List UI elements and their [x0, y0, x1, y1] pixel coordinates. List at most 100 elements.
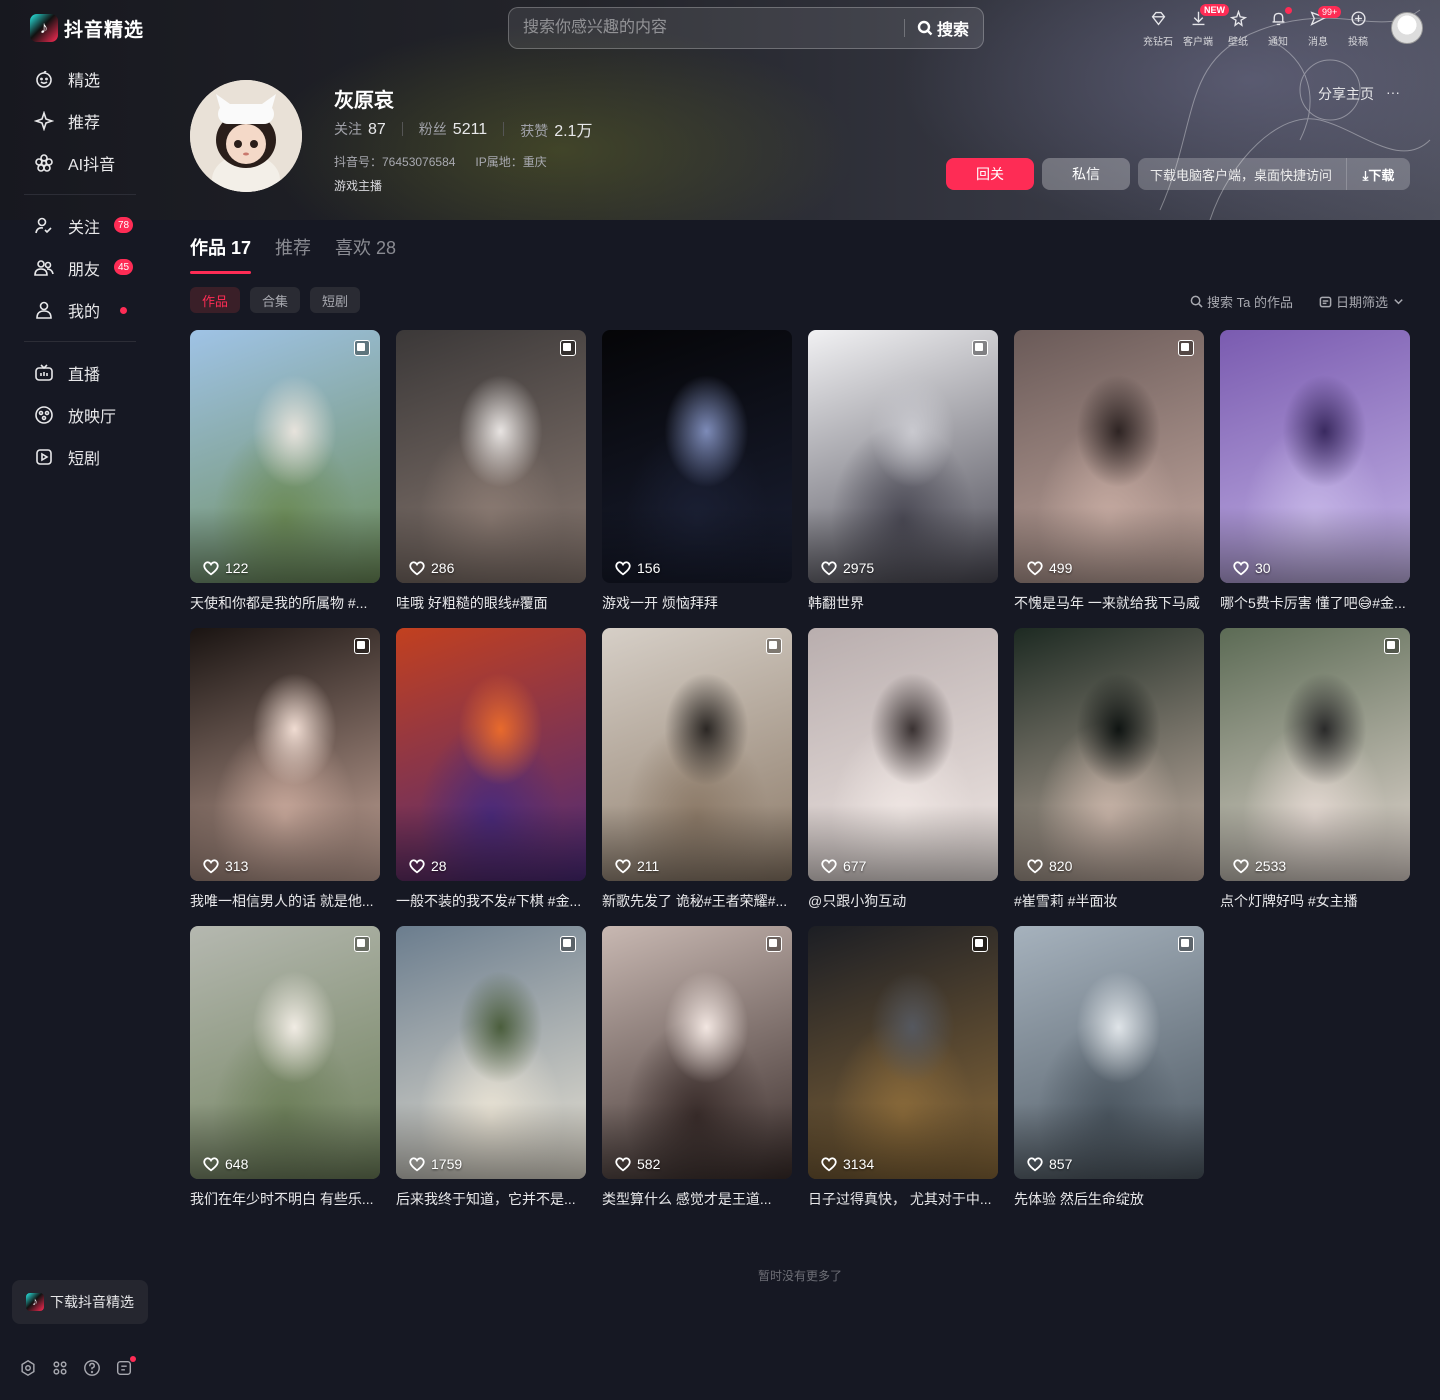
- download-app-button[interactable]: ♪ 下载抖音精选: [12, 1280, 148, 1324]
- date-filter-button[interactable]: 日期筛选: [1319, 292, 1405, 311]
- video-caption[interactable]: 哪个5费卡厉害 懂了吧😅#金...: [1220, 593, 1410, 613]
- sidebar-item-friends[interactable]: 朋友 45: [24, 247, 136, 289]
- feedback-icon[interactable]: [114, 1356, 136, 1378]
- settings-icon[interactable]: [18, 1358, 38, 1378]
- video-thumbnail[interactable]: 30: [1220, 330, 1410, 583]
- video-caption[interactable]: 后来我终于知道，它并不是...: [396, 1189, 586, 1209]
- video-card[interactable]: 582 类型算什么 感觉才是王道...: [602, 926, 792, 1224]
- thumbnail-shade: [190, 330, 380, 583]
- video-card[interactable]: 30 哪个5费卡厉害 懂了吧😅#金...: [1220, 330, 1410, 628]
- video-thumbnail[interactable]: 2975: [808, 330, 998, 583]
- desktop-client-banner[interactable]: 下载电脑客户端，桌面快捷访问 ⤓下载: [1138, 158, 1410, 190]
- video-card[interactable]: 286 哇哦 好粗糙的眼线#覆面: [396, 330, 586, 628]
- video-thumbnail[interactable]: 3134: [808, 926, 998, 1179]
- video-card[interactable]: 648 我们在年少时不明白 有些乐...: [190, 926, 380, 1224]
- video-thumbnail[interactable]: 122: [190, 330, 380, 583]
- following-stat[interactable]: 关注 87: [334, 119, 386, 139]
- sidebar-item-recommend[interactable]: 推荐: [24, 100, 136, 142]
- video-thumbnail[interactable]: 156: [602, 330, 792, 583]
- ai-flower-icon: [34, 153, 54, 173]
- video-caption[interactable]: 游戏一开 烦恼拜拜: [602, 593, 792, 613]
- video-thumbnail[interactable]: 820: [1014, 628, 1204, 881]
- video-caption[interactable]: 我唯一相信男人的话 就是他...: [190, 891, 380, 911]
- tab-recommend[interactable]: 推荐: [275, 234, 311, 274]
- multi-image-icon: [1384, 638, 1400, 654]
- sidebar-item-cinema[interactable]: 放映厅: [24, 394, 136, 436]
- video-card[interactable]: 857 先体验 然后生命绽放: [1014, 926, 1204, 1224]
- sidebar-item-featured[interactable]: 精选: [24, 58, 136, 100]
- video-thumbnail[interactable]: 857: [1014, 926, 1204, 1179]
- followers-label: 粉丝: [418, 121, 447, 137]
- recharge-button[interactable]: 充钻石: [1138, 8, 1178, 48]
- video-thumbnail[interactable]: 1759: [396, 926, 586, 1179]
- video-card[interactable]: 122 天使和你都是我的所属物 #...: [190, 330, 380, 628]
- video-caption[interactable]: 日子过得真快， 尤其对于中...: [808, 1189, 998, 1209]
- help-icon[interactable]: [82, 1358, 102, 1378]
- followers-stat[interactable]: 粉丝 5211: [419, 119, 487, 139]
- subtab-works[interactable]: 作品: [190, 287, 241, 313]
- sidebar-item-ai-douyin[interactable]: AI抖音: [24, 142, 136, 184]
- video-card[interactable]: 1759 后来我终于知道，它并不是...: [396, 926, 586, 1224]
- video-thumbnail[interactable]: 582: [602, 926, 792, 1179]
- video-caption[interactable]: #崔雪莉 #半面妆: [1014, 891, 1204, 911]
- video-thumbnail[interactable]: 28: [396, 628, 586, 881]
- sidebar-item-short-drama[interactable]: 短剧: [24, 436, 136, 478]
- video-caption[interactable]: 先体验 然后生命绽放: [1014, 1189, 1204, 1209]
- tab-works[interactable]: 作品 17: [190, 234, 252, 274]
- video-card[interactable]: 677 @只跟小狗互动: [808, 628, 998, 926]
- likes-count: 2.1万: [554, 123, 593, 140]
- search-button[interactable]: 搜索: [905, 16, 983, 40]
- video-card[interactable]: 2975 韩翻世界: [808, 330, 998, 628]
- more-options-icon[interactable]: ···: [1386, 84, 1400, 104]
- video-card[interactable]: 28 一般不装的我不发#下棋 #金...: [396, 628, 586, 926]
- search-input[interactable]: [509, 8, 904, 48]
- video-card[interactable]: 156 游戏一开 烦恼拜拜: [602, 330, 792, 628]
- upload-button[interactable]: 投稿: [1338, 8, 1378, 48]
- share-profile-button[interactable]: 分享主页: [1318, 84, 1374, 104]
- video-thumbnail[interactable]: 499: [1014, 330, 1204, 583]
- video-like-count: 1759: [431, 1156, 463, 1172]
- video-card[interactable]: 499 不愧是马年 一来就给我下马威: [1014, 330, 1204, 628]
- video-card[interactable]: 2533 点个灯牌好吗 #女主播: [1220, 628, 1410, 926]
- subtab-short-drama[interactable]: 短剧: [310, 287, 361, 313]
- video-card[interactable]: 820 #崔雪莉 #半面妆: [1014, 628, 1204, 926]
- subtab-collections[interactable]: 合集: [250, 287, 301, 313]
- video-thumbnail[interactable]: 2533: [1220, 628, 1410, 881]
- video-caption[interactable]: 新歌先发了 诡秘#王者荣耀#...: [602, 891, 792, 911]
- video-thumbnail[interactable]: 313: [190, 628, 380, 881]
- video-caption[interactable]: 类型算什么 感觉才是王道...: [602, 1189, 792, 1209]
- app-logo[interactable]: ♪ 抖音精选: [30, 14, 144, 42]
- video-card[interactable]: 3134 日子过得真快， 尤其对于中...: [808, 926, 998, 1224]
- profile-stats: 关注 87 粉丝 5211 获赞 2.1万: [334, 117, 592, 141]
- profile-avatar[interactable]: [190, 80, 302, 192]
- video-card[interactable]: 313 我唯一相信男人的话 就是他...: [190, 628, 380, 926]
- tab-likes[interactable]: 喜欢 28: [335, 234, 396, 274]
- video-caption[interactable]: 我们在年少时不明白 有些乐...: [190, 1189, 380, 1209]
- private-message-button[interactable]: 私信: [1042, 158, 1130, 190]
- video-thumbnail[interactable]: 286: [396, 330, 586, 583]
- video-thumbnail[interactable]: 677: [808, 628, 998, 881]
- search-works-button[interactable]: 搜索 Ta 的作品: [1190, 292, 1293, 311]
- video-caption[interactable]: 天使和你都是我的所属物 #...: [190, 593, 380, 613]
- video-caption[interactable]: 不愧是马年 一来就给我下马威: [1014, 593, 1204, 613]
- user-avatar[interactable]: [1391, 12, 1423, 44]
- video-caption[interactable]: 韩翻世界: [808, 593, 998, 613]
- video-caption[interactable]: 哇哦 好粗糙的眼线#覆面: [396, 593, 586, 613]
- video-thumbnail[interactable]: 648: [190, 926, 380, 1179]
- apps-grid-icon[interactable]: [50, 1358, 70, 1378]
- video-card[interactable]: 211 新歌先发了 诡秘#王者荣耀#...: [602, 628, 792, 926]
- thumbnail-shade: [1014, 926, 1204, 1179]
- video-like-count: 857: [1049, 1156, 1073, 1172]
- video-caption[interactable]: 一般不装的我不发#下棋 #金...: [396, 891, 586, 911]
- follow-back-button[interactable]: 回关: [946, 158, 1034, 190]
- video-thumbnail[interactable]: 211: [602, 628, 792, 881]
- video-caption[interactable]: 点个灯牌好吗 #女主播: [1220, 891, 1410, 911]
- client-download-button[interactable]: ⤓下载: [1346, 158, 1410, 190]
- video-caption[interactable]: @只跟小狗互动: [808, 891, 998, 911]
- sidebar-item-following[interactable]: 关注 78: [24, 205, 136, 247]
- heart-icon: [203, 561, 219, 576]
- sidebar-item-me[interactable]: 我的: [24, 289, 136, 331]
- sidebar-item-live[interactable]: 直播: [24, 352, 136, 394]
- recharge-label: 充钻石: [1143, 37, 1173, 48]
- notifications-button[interactable]: 通知: [1258, 8, 1298, 48]
